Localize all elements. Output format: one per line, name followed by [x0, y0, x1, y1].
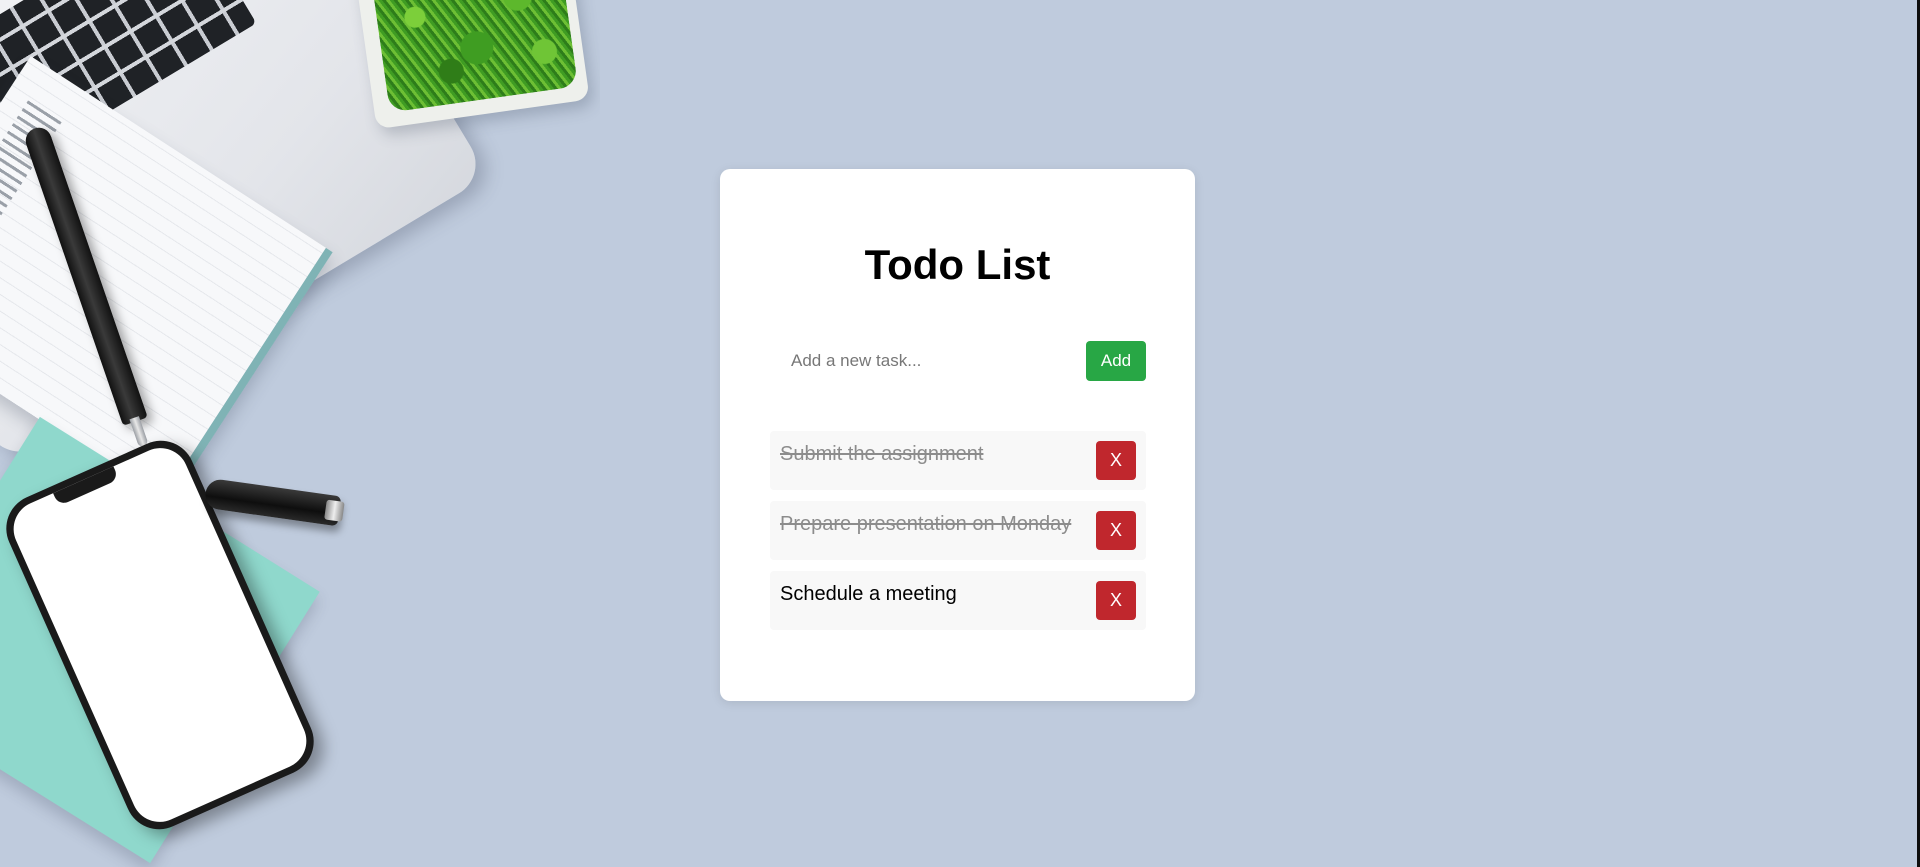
- task-list: Submit the assignment X Prepare presenta…: [770, 431, 1146, 641]
- task-item-prepare-presentation[interactable]: Prepare presentation on Monday X: [770, 501, 1146, 560]
- pen-cap-image: [203, 477, 342, 527]
- page-title: Todo List: [864, 241, 1051, 288]
- task-text[interactable]: Submit the assignment: [780, 443, 983, 466]
- delete-task-button[interactable]: X: [1096, 581, 1136, 620]
- task-text[interactable]: Schedule a meeting: [780, 583, 957, 606]
- add-task-form: Add: [770, 341, 1146, 381]
- task-text[interactable]: Prepare presentation on Monday: [780, 513, 1071, 536]
- task-item-schedule-meeting[interactable]: Schedule a meeting X: [770, 571, 1146, 630]
- delete-task-button[interactable]: X: [1096, 511, 1136, 550]
- todo-card: Todo List Add Submit the assignment X Pr…: [720, 169, 1195, 701]
- desk-background-image: [0, 0, 600, 867]
- add-button[interactable]: Add: [1086, 341, 1146, 381]
- task-item-submit-assignment[interactable]: Submit the assignment X: [770, 431, 1146, 490]
- delete-task-button[interactable]: X: [1096, 441, 1136, 480]
- new-task-input[interactable]: [770, 341, 1085, 381]
